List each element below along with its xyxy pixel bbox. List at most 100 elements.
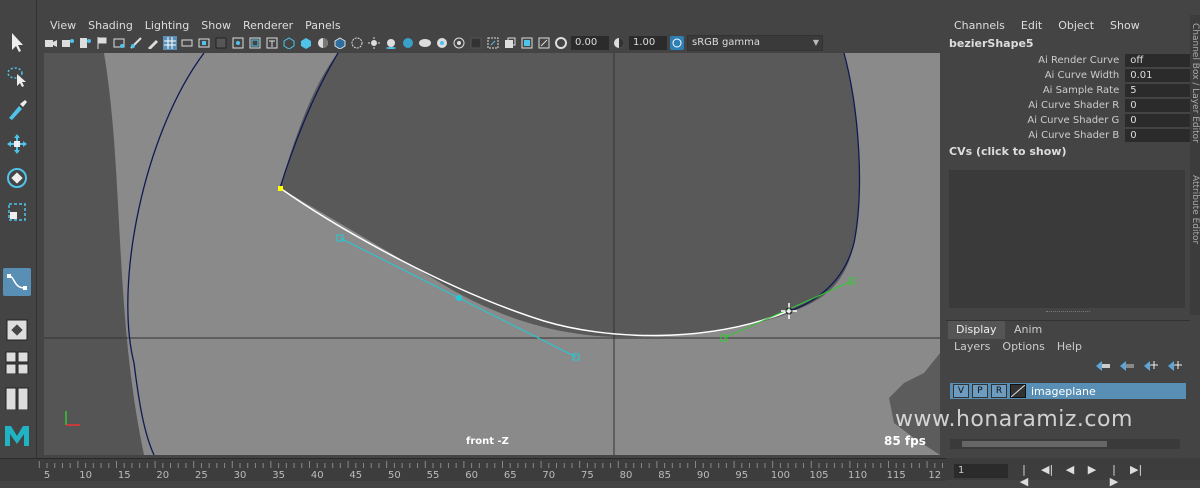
shadows-icon[interactable]	[384, 36, 398, 50]
attr-value[interactable]: 5	[1125, 84, 1190, 97]
move-layer-down-icon[interactable]	[1120, 361, 1134, 374]
menu-show[interactable]: Show	[195, 19, 237, 32]
xray-icon[interactable]	[418, 36, 432, 50]
attr-row[interactable]: Ai Sample Rate 5	[946, 83, 1190, 98]
channel-list-area[interactable]	[949, 170, 1185, 308]
film-gate-icon[interactable]	[180, 36, 194, 50]
menu-edit[interactable]: Edit	[1013, 19, 1050, 32]
viewport-canvas[interactable]	[44, 53, 940, 455]
menu-show[interactable]: Show	[1102, 19, 1148, 32]
resize-handle[interactable]	[1046, 311, 1090, 314]
color-space-select[interactable]: sRGB gamma ▼	[687, 35, 823, 51]
step-back-frame-icon[interactable]: ◀	[1064, 464, 1076, 476]
tab-channel-box-layer-editor[interactable]: Channel Box / Layer Editor	[1190, 23, 1200, 143]
current-frame-field[interactable]: 1	[954, 464, 1008, 478]
step-back-key-icon[interactable]: ◀|	[1041, 464, 1053, 476]
layer-reference-toggle[interactable]: R	[991, 384, 1007, 398]
go-to-start-icon[interactable]: |◀	[1018, 464, 1030, 488]
layout-single-icon[interactable]	[3, 316, 31, 344]
attr-row[interactable]: Ai Curve Shader G 0	[946, 113, 1190, 128]
attr-row[interactable]: Ai Curve Shader B 0	[946, 128, 1190, 143]
rotate-tool-icon[interactable]	[3, 164, 31, 192]
use-all-lights-icon[interactable]	[367, 36, 381, 50]
lasso-tool-icon[interactable]	[3, 62, 31, 90]
layer-color-swatch[interactable]	[1010, 384, 1026, 398]
attr-value[interactable]: 0.01	[1125, 69, 1190, 82]
scale-tool-icon[interactable]	[3, 198, 31, 226]
menu-lighting[interactable]: Lighting	[139, 19, 195, 32]
gamma-field[interactable]: 1.00	[629, 36, 667, 50]
menu-shading[interactable]: Shading	[82, 19, 139, 32]
safe-action-icon[interactable]	[248, 36, 262, 50]
depth-of-field-icon[interactable]	[503, 36, 517, 50]
tab-anim[interactable]: Anim	[1006, 321, 1050, 339]
camera-attributes-icon[interactable]	[61, 36, 75, 50]
timeline[interactable]: 5 10 15 20 25 30 35 40 45 50 55 60 65 70 75 80 85 90 95 100…	[0, 458, 946, 481]
smooth-shade-icon[interactable]	[299, 36, 313, 50]
move-layer-up-icon[interactable]	[1096, 361, 1110, 374]
tab-display[interactable]: Display	[948, 321, 1005, 339]
paint-select-tool-icon[interactable]	[3, 96, 31, 124]
shape-name[interactable]: bezierShape5	[946, 35, 1190, 53]
layer-name[interactable]: imageplane	[1031, 385, 1096, 398]
textured-icon[interactable]	[350, 36, 364, 50]
layer-row-imageplane[interactable]: V P R imageplane	[950, 383, 1186, 399]
attr-row[interactable]: Ai Curve Width 0.01	[946, 68, 1190, 83]
menu-help[interactable]: Help	[1057, 340, 1082, 353]
color-management-icon[interactable]	[670, 36, 684, 50]
cvs-toggle[interactable]: CVs (click to show)	[946, 143, 1190, 160]
image-plane-icon[interactable]	[112, 36, 126, 50]
screen-space-icon[interactable]	[537, 36, 551, 50]
step-forward-key-icon[interactable]: |▶	[1108, 464, 1120, 488]
layer-playback-toggle[interactable]: P	[972, 384, 988, 398]
isolate-select-icon[interactable]	[401, 36, 415, 50]
play-forward-icon[interactable]: ▶	[1086, 464, 1098, 476]
attr-value[interactable]: 0	[1125, 129, 1190, 142]
attr-value[interactable]: 0	[1125, 114, 1190, 127]
menu-channels[interactable]: Channels	[946, 19, 1013, 32]
grease-pencil-icon[interactable]	[146, 36, 160, 50]
go-to-end-icon[interactable]: ▶|	[1130, 464, 1142, 476]
attr-value[interactable]: 0	[1125, 99, 1190, 112]
resolution-gate-icon[interactable]	[197, 36, 211, 50]
wireframe-icon[interactable]	[282, 36, 296, 50]
exposure-field[interactable]: 0.00	[571, 36, 609, 50]
menu-panels[interactable]: Panels	[299, 19, 346, 32]
field-chart-icon[interactable]	[231, 36, 245, 50]
ambient-occlusion-icon[interactable]	[469, 36, 483, 50]
menu-object[interactable]: Object	[1050, 19, 1102, 32]
wireframe-on-shaded-icon[interactable]	[333, 36, 347, 50]
bookmark-icon[interactable]	[78, 36, 92, 50]
curve-tool-icon[interactable]	[3, 268, 31, 296]
scrollbar-thumb[interactable]	[962, 441, 1107, 447]
new-layer-selected-icon[interactable]	[1168, 361, 1182, 374]
menu-options[interactable]: Options	[1002, 340, 1044, 353]
gate-mask-icon[interactable]	[214, 36, 228, 50]
grid-icon[interactable]	[163, 36, 177, 50]
motion-blur-icon[interactable]	[520, 36, 534, 50]
exposure-icon[interactable]	[554, 36, 568, 50]
select-camera-icon[interactable]	[44, 36, 58, 50]
layer-visibility-toggle[interactable]: V	[953, 384, 969, 398]
menu-renderer[interactable]: Renderer	[237, 19, 299, 32]
flag-icon[interactable]	[95, 36, 109, 50]
layout-four-icon[interactable]	[3, 348, 31, 376]
move-tool-icon[interactable]	[3, 130, 31, 158]
safe-title-icon[interactable]	[265, 36, 279, 50]
tab-attribute-editor[interactable]: Attribute Editor	[1190, 175, 1200, 244]
anti-aliasing-icon[interactable]	[486, 36, 500, 50]
xray-active-icon[interactable]	[435, 36, 449, 50]
menu-layers[interactable]: Layers	[954, 340, 990, 353]
xray-joints-icon[interactable]	[452, 36, 466, 50]
attr-row[interactable]: Ai Render Curve off	[946, 53, 1190, 68]
layer-scrollbar[interactable]	[950, 439, 1180, 449]
two-d-pan-icon[interactable]	[129, 36, 143, 50]
use-default-material-icon[interactable]	[316, 36, 330, 50]
attr-row[interactable]: Ai Curve Shader R 0	[946, 98, 1190, 113]
select-tool-icon[interactable]	[3, 28, 31, 56]
new-empty-layer-icon[interactable]	[1144, 361, 1158, 374]
layout-two-icon[interactable]	[3, 384, 31, 412]
viewport-front[interactable]: front -Z 85 fps	[44, 53, 940, 455]
timeline-ticks[interactable]: 5 10 15 20 25 30 35 40 45 50 55 60 65 70 75 80 85 90 95 100…	[0, 459, 946, 481]
gamma-icon[interactable]	[612, 36, 626, 50]
